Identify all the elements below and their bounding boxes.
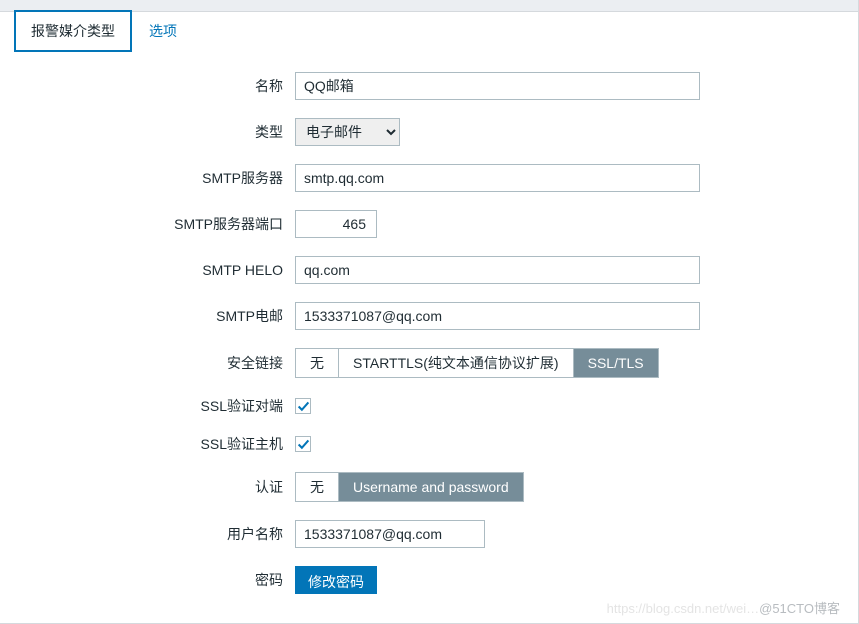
watermark: https://blog.csdn.net/wei…@51CTO博客 xyxy=(607,598,840,617)
auth-userpass[interactable]: Username and password xyxy=(339,473,523,501)
username-input[interactable] xyxy=(295,520,485,548)
smtp-helo-input[interactable] xyxy=(295,256,700,284)
ssl-verify-host-checkbox[interactable] xyxy=(295,436,311,452)
label-smtp-helo: SMTP HELO xyxy=(20,262,295,278)
change-password-button[interactable]: 修改密码 xyxy=(295,566,377,594)
label-conn-security: 安全链接 xyxy=(20,353,295,373)
security-ssltls[interactable]: SSL/TLS xyxy=(574,349,658,377)
smtp-server-input[interactable] xyxy=(295,164,700,192)
security-none[interactable]: 无 xyxy=(296,349,339,377)
label-auth: 认证 xyxy=(20,477,295,497)
smtp-port-input[interactable] xyxy=(295,210,377,238)
auth-segment-group: 无 Username and password xyxy=(295,472,524,502)
tab-bar: 报警媒介类型 选项 xyxy=(14,10,858,52)
name-input[interactable] xyxy=(295,72,700,100)
security-segment-group: 无 STARTTLS(纯文本通信协议扩展) SSL/TLS xyxy=(295,348,659,378)
media-type-form: 名称 类型 电子邮件 SMTP服务器 SMTP服务器端口 xyxy=(0,52,858,624)
tab-options[interactable]: 选项 xyxy=(132,10,194,52)
label-username: 用户名称 xyxy=(20,524,295,544)
watermark-text: @51CTO博客 xyxy=(759,601,840,616)
tab-media-type[interactable]: 报警媒介类型 xyxy=(14,10,132,52)
security-starttls[interactable]: STARTTLS(纯文本通信协议扩展) xyxy=(339,349,574,377)
label-type: 类型 xyxy=(20,122,295,142)
label-name: 名称 xyxy=(20,76,295,96)
label-ssl-verify-peer: SSL验证对端 xyxy=(20,396,295,416)
check-icon xyxy=(297,438,310,451)
watermark-url: https://blog.csdn.net/wei… xyxy=(607,601,759,616)
label-password: 密码 xyxy=(20,570,295,590)
label-smtp-port: SMTP服务器端口 xyxy=(20,214,295,234)
type-select[interactable]: 电子邮件 xyxy=(295,118,400,146)
label-smtp-email: SMTP电邮 xyxy=(20,306,295,326)
ssl-verify-peer-checkbox[interactable] xyxy=(295,398,311,414)
label-smtp-server: SMTP服务器 xyxy=(20,168,295,188)
check-icon xyxy=(297,400,310,413)
smtp-email-input[interactable] xyxy=(295,302,700,330)
auth-none[interactable]: 无 xyxy=(296,473,339,501)
label-ssl-verify-host: SSL验证主机 xyxy=(20,434,295,454)
